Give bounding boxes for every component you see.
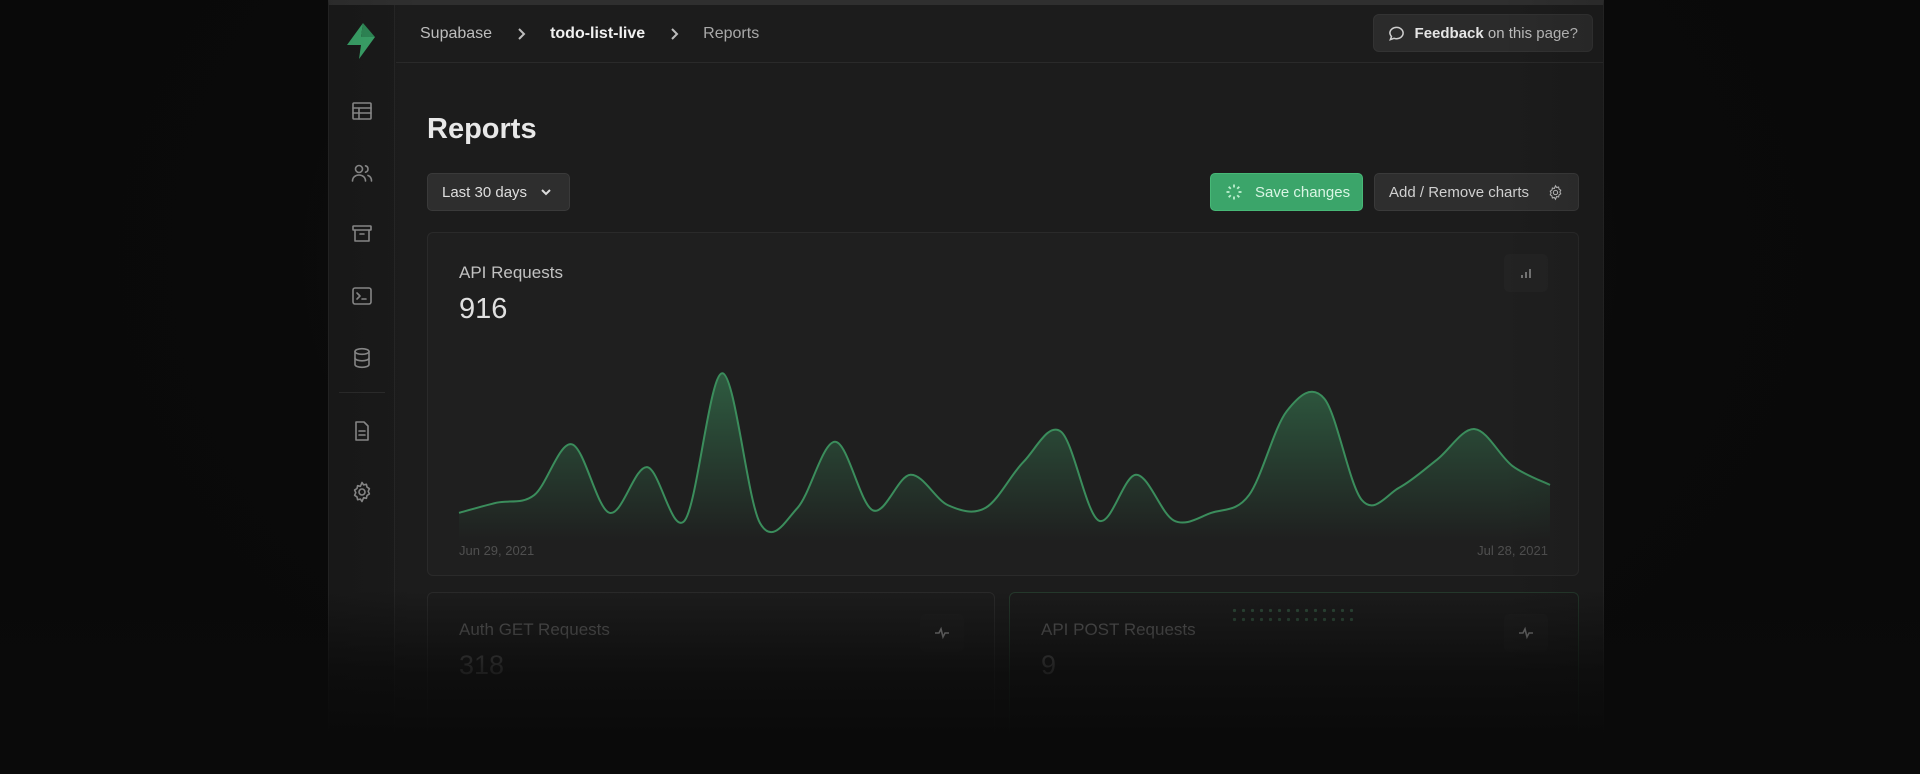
chart-point <box>684 519 686 521</box>
chart-point <box>985 507 987 509</box>
spinner-icon <box>1226 184 1242 200</box>
card-value: 916 <box>459 293 508 325</box>
gear-icon <box>1549 184 1562 200</box>
users-icon[interactable] <box>346 157 378 189</box>
chevron-right-icon <box>667 27 681 41</box>
chart-point <box>1098 519 1100 521</box>
chart-point <box>721 372 723 374</box>
chart-point <box>834 441 836 443</box>
topbar: Supabase todo-list-live Reports Feedback… <box>396 5 1603 63</box>
breadcrumb-org[interactable]: Supabase <box>420 25 492 43</box>
chart-point <box>1022 461 1024 463</box>
chart-point <box>1399 486 1401 488</box>
chart-point <box>1060 431 1062 433</box>
chart-point <box>1474 428 1476 430</box>
sidebar-divider <box>339 392 385 393</box>
feedback-button[interactable]: Feedback on this page? <box>1372 14 1593 52</box>
chart-point <box>1173 519 1175 521</box>
card-title: Auth GET Requests <box>459 620 610 639</box>
chart-point <box>1361 499 1363 501</box>
card-title: API POST Requests <box>1041 620 1196 639</box>
breadcrumb-project[interactable]: todo-list-live <box>550 25 645 43</box>
chart-point <box>1549 484 1551 486</box>
bar-chart-icon <box>1521 269 1531 278</box>
card-title: API Requests <box>459 263 563 282</box>
chart-point <box>608 512 610 514</box>
feedback-strong: Feedback <box>1414 24 1484 42</box>
chart-point <box>947 504 949 506</box>
chart-point <box>1286 410 1288 412</box>
activity-icon <box>935 626 949 640</box>
chart-type-button[interactable] <box>1504 254 1548 292</box>
chart-point <box>1210 512 1212 514</box>
api-requests-chart <box>458 372 1551 541</box>
api-post-requests-card: API POST Requests 9 <box>1009 592 1579 774</box>
date-range-label: Last 30 days <box>442 183 528 201</box>
x-tick-label: Jul 28, 2021 <box>1477 543 1548 558</box>
chart-point <box>571 443 573 445</box>
chart-point <box>496 502 498 504</box>
page-title: Reports <box>427 113 537 145</box>
chart-point <box>1436 459 1438 461</box>
chart-point <box>458 512 460 514</box>
card-value: 9 <box>1041 650 1057 680</box>
table-icon[interactable] <box>346 95 378 127</box>
chart-point <box>1135 474 1137 476</box>
chart-point <box>872 509 874 511</box>
auth-get-requests-card: Auth GET Requests 318 <box>427 592 995 774</box>
terminal-icon[interactable] <box>346 280 378 312</box>
date-range-select[interactable]: Last 30 days <box>427 173 570 211</box>
gear-icon[interactable] <box>346 476 378 508</box>
sidebar <box>329 5 395 774</box>
save-changes-button[interactable]: Save changes <box>1210 173 1363 211</box>
feedback-rest: on this page? <box>1483 24 1578 42</box>
chart-point <box>1323 398 1325 400</box>
activity-icon <box>1519 626 1533 640</box>
chart-type-button[interactable] <box>920 614 964 652</box>
app-window: Supabase todo-list-live Reports Feedback… <box>328 0 1604 774</box>
chevron-right-icon <box>514 27 528 41</box>
card-value: 318 <box>459 650 505 680</box>
chevron-down-icon <box>541 189 551 196</box>
app-background: Supabase todo-list-live Reports Feedback… <box>0 0 1920 774</box>
message-icon <box>1388 26 1404 41</box>
database-icon[interactable] <box>346 342 378 374</box>
chart-point <box>533 494 535 496</box>
chart-area-fill <box>459 373 1550 541</box>
chart-point <box>909 474 911 476</box>
add-remove-charts-button[interactable]: Add / Remove charts <box>1374 173 1579 211</box>
breadcrumb-page: Reports <box>703 24 760 42</box>
chart-point <box>646 466 648 468</box>
api-requests-card: API Requests 916 Jun 29, 2021 Jul 28, 20… <box>427 232 1579 576</box>
document-icon[interactable] <box>346 415 378 447</box>
chart-point <box>1511 465 1513 467</box>
chart-type-button[interactable] <box>1504 614 1548 652</box>
x-tick-label: Jun 29, 2021 <box>459 543 535 558</box>
add-remove-charts-label: Add / Remove charts <box>1389 183 1530 201</box>
archive-icon[interactable] <box>346 218 378 250</box>
chart-point <box>759 522 761 524</box>
chart-point <box>797 507 799 509</box>
chart-point <box>1248 494 1250 496</box>
save-changes-label: Save changes <box>1255 183 1351 201</box>
drag-handle-dots[interactable] <box>1230 606 1356 626</box>
supabase-logo[interactable] <box>343 21 379 61</box>
